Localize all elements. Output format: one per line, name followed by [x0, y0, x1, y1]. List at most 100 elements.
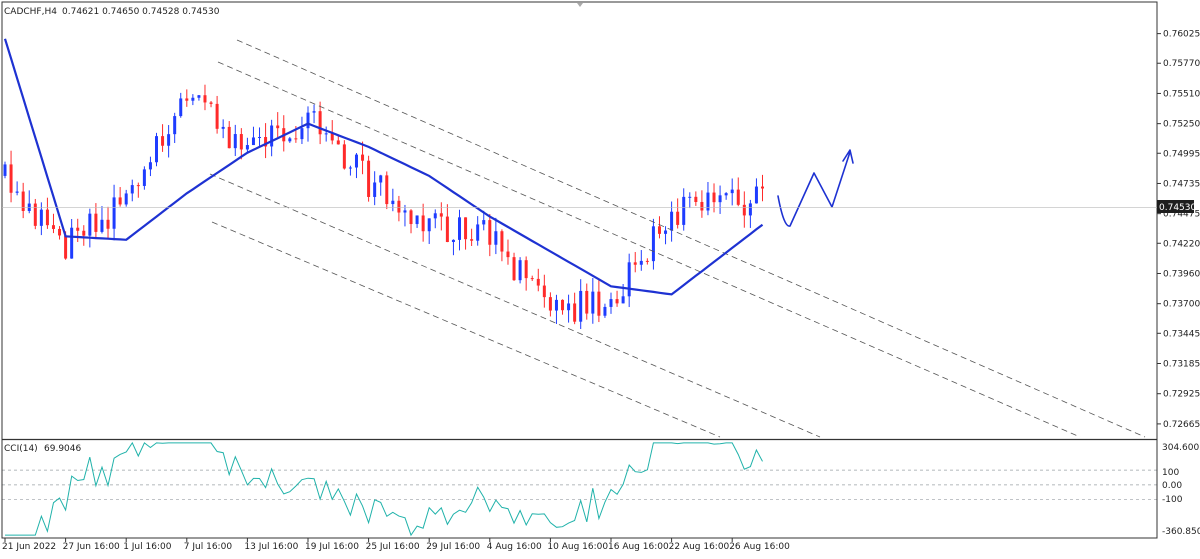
candle-body	[657, 226, 661, 234]
candle-body	[233, 134, 237, 149]
candle-body	[482, 220, 486, 225]
price-tick-label: 0.75510	[1163, 89, 1200, 99]
price-tick-label: 0.74995	[1163, 149, 1200, 159]
candle-body	[645, 260, 649, 262]
candle-body	[445, 216, 449, 243]
price-tick-label: 0.73185	[1163, 359, 1200, 369]
candle-body	[488, 220, 492, 245]
candle-body	[306, 112, 310, 129]
candle-body	[548, 297, 552, 311]
candle-body	[124, 193, 128, 205]
candle-body	[627, 262, 631, 297]
candle-body	[615, 299, 619, 304]
candle-body	[173, 116, 177, 135]
time-tick-label: 13 Jul 16:00	[244, 542, 298, 552]
candle-body	[373, 182, 377, 197]
price-tick-label: 0.75250	[1163, 120, 1200, 130]
candle-body	[561, 299, 565, 311]
candle-body	[609, 299, 613, 307]
price-tick-label: 0.74220	[1163, 239, 1200, 249]
candle-body	[651, 226, 655, 262]
candle-body	[3, 164, 7, 176]
candle-body	[136, 185, 140, 187]
candle-body	[536, 278, 540, 286]
candle-body	[603, 306, 607, 316]
candle-body	[742, 204, 746, 216]
candle-body	[470, 239, 474, 241]
candle-body	[64, 235, 68, 259]
chart-canvas[interactable]: 0.76025 0.75770 0.75510 0.75250 0.74995 0.747…	[0, 0, 1200, 554]
candle-body	[524, 260, 528, 279]
candle-body	[70, 227, 74, 259]
cci-value: 69.9046	[44, 444, 81, 454]
cci-max-label: 304.6005	[1162, 443, 1200, 453]
time-tick-label: 27 Jun 16:00	[63, 542, 120, 552]
candle-body	[179, 98, 183, 117]
candle-body	[736, 189, 740, 205]
candle-body	[270, 125, 274, 147]
candle-body	[106, 219, 110, 229]
candle-body	[221, 126, 225, 129]
candle-body	[730, 189, 734, 194]
time-tick-label: 21 Jun 2022	[2, 542, 56, 552]
candle-body	[203, 95, 207, 103]
time-tick-label: 16 Aug 16:00	[608, 542, 669, 552]
candle-body	[403, 210, 407, 213]
candle-body	[518, 260, 522, 281]
candle-body	[542, 285, 546, 298]
candle-body	[258, 137, 262, 139]
price-tick-label: 0.76025	[1163, 30, 1200, 40]
candle-body	[458, 217, 461, 240]
candle-body	[130, 185, 134, 194]
candle-body	[506, 251, 510, 258]
candle-body	[148, 162, 152, 170]
candle-body	[245, 145, 249, 150]
candle-body	[567, 303, 571, 311]
time-tick-label: 10 Aug 16:00	[547, 542, 608, 552]
candle-body	[585, 290, 589, 314]
candle-body	[433, 213, 437, 219]
candle-body	[100, 219, 104, 232]
candle-body	[185, 98, 189, 101]
time-tick-label: 19 Jul 16:00	[305, 542, 359, 552]
candle-body	[397, 200, 401, 213]
cci-level-0: 0.00	[1162, 481, 1182, 491]
current-price-label: 0.74530	[1159, 203, 1196, 213]
candle-body	[197, 95, 201, 98]
candle-body	[391, 200, 395, 205]
cci-min-label: -360.8501	[1162, 527, 1200, 537]
time-tick-label: 1 Jul 16:00	[123, 542, 172, 552]
candle-body	[597, 291, 601, 316]
candle-body	[724, 193, 728, 196]
candle-body	[670, 211, 674, 231]
time-tick-label: 22 Aug 16:00	[669, 542, 730, 552]
candle-body	[512, 257, 516, 281]
candle-body	[530, 278, 534, 280]
time-tick-label: 25 Jul 16:00	[366, 542, 420, 552]
trading-chart[interactable]: 0.76025 0.75770 0.75510 0.75250 0.74995 0.747…	[0, 0, 1200, 554]
candle-body	[342, 144, 346, 169]
candle-body	[155, 136, 158, 163]
candle-body	[21, 191, 25, 212]
candle-body	[494, 231, 498, 245]
price-tick-label: 0.74735	[1163, 179, 1200, 189]
time-tick-label: 4 Aug 16:00	[487, 542, 542, 552]
candle-body	[276, 125, 280, 129]
candle-body	[9, 164, 13, 193]
candle-body	[33, 203, 37, 226]
candle-body	[294, 138, 298, 140]
candle-body	[112, 197, 116, 229]
candle-body	[15, 191, 19, 193]
ohlc-values: 0.74621 0.74650 0.74528 0.74530	[62, 7, 220, 17]
candle-body	[300, 128, 304, 140]
candle-body	[464, 217, 468, 240]
candle-body	[227, 126, 231, 149]
candle-body	[761, 186, 764, 189]
candle-body	[664, 230, 668, 234]
candle-body	[694, 196, 698, 202]
candle-body	[700, 201, 704, 211]
cci-level-100: 100	[1162, 468, 1179, 478]
candle-body	[676, 211, 680, 225]
candle-body	[348, 167, 352, 169]
candle-body	[312, 111, 316, 113]
